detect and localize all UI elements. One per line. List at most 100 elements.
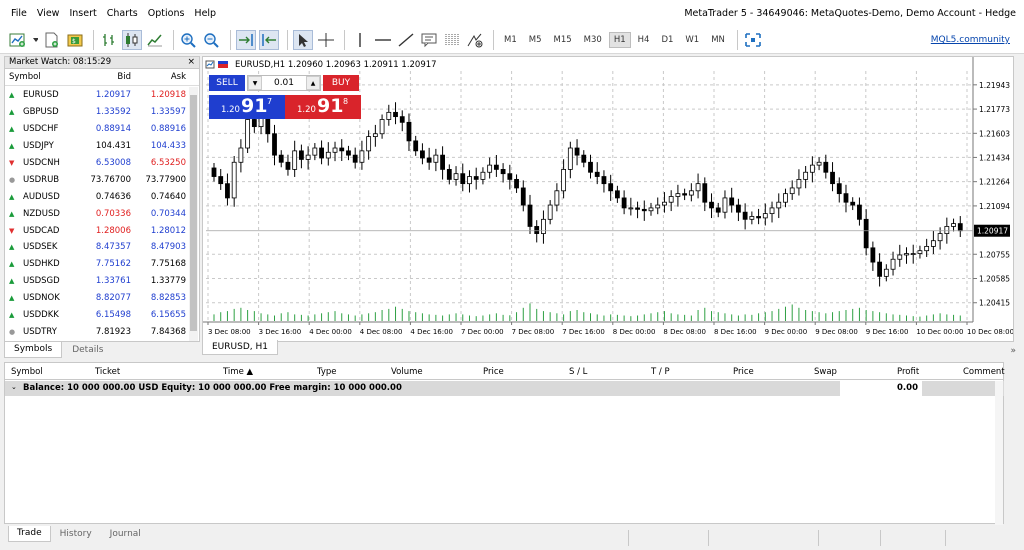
terminal-scrollbar[interactable]: [995, 381, 1003, 525]
mql5-community-link[interactable]: MQL5.community: [931, 35, 1010, 45]
dropdown-arrow-icon[interactable]: [31, 30, 39, 50]
market-watch-row-usdchf[interactable]: ▲ USDCHF 0.88914 0.88916: [5, 121, 190, 138]
column-tp[interactable]: T / P: [651, 367, 670, 377]
tab-eurusd-h1[interactable]: EURUSD, H1: [202, 340, 278, 355]
market-watch-row-usdrub[interactable]: ● USDRUB 73.76700 73.77900: [5, 171, 190, 188]
column-bid[interactable]: Bid: [83, 72, 131, 82]
zoom-out-icon[interactable]: [202, 30, 222, 50]
close-icon[interactable]: ×: [187, 57, 195, 68]
market-watch-row-eurusd[interactable]: ▲ EURUSD 1.20917 1.20918: [5, 87, 190, 104]
new-chart-icon[interactable]: [8, 30, 28, 50]
lot-decrease-icon[interactable]: ▼: [248, 76, 262, 90]
column-swap[interactable]: Swap: [814, 367, 837, 377]
market-watch-row-gbpusd[interactable]: ▲ GBPUSD 1.33592 1.33597: [5, 104, 190, 121]
balance-row[interactable]: ⌄ Balance: 10 000 000.00 USD Equity: 10 …: [5, 381, 1004, 396]
candle-body: [218, 176, 224, 185]
column-symbol[interactable]: Symbol: [11, 367, 43, 377]
x-tick-label: 4 Dec 16:00: [410, 328, 453, 336]
column-ticket[interactable]: Ticket: [95, 367, 120, 377]
buy-price[interactable]: 1.20 91 8: [285, 95, 361, 119]
timeframe-h1[interactable]: H1: [608, 31, 631, 48]
candle-body: [904, 253, 909, 256]
column-symbol[interactable]: Symbol: [5, 72, 83, 82]
auto-scroll-icon[interactable]: [259, 29, 279, 50]
text-icon[interactable]: [419, 30, 439, 50]
candle-body: [924, 246, 930, 252]
market-watch-row-audusd[interactable]: ▲ AUDUSD 0.74636 0.74640: [5, 188, 190, 205]
market-watch-row-usdsgd[interactable]: ▲ USDSGD 1.33761 1.33779: [5, 273, 190, 290]
tab-details[interactable]: Details: [62, 342, 113, 358]
menu-charts[interactable]: Charts: [102, 8, 143, 19]
market-watch-row-usddkk[interactable]: ▲ USDDKK 6.15498 6.15655: [5, 307, 190, 324]
market-icon[interactable]: $: [65, 30, 85, 50]
candle-body: [702, 183, 708, 203]
market-watch-row-usdjpy[interactable]: ▲ USDJPY 104.431 104.433: [5, 138, 190, 155]
menu-help[interactable]: Help: [189, 8, 221, 19]
objects-icon[interactable]: [465, 30, 485, 50]
timeframe-d1[interactable]: D1: [656, 32, 678, 48]
tab-history[interactable]: History: [51, 526, 101, 542]
column-current-price[interactable]: Price: [733, 367, 754, 377]
column-comment[interactable]: Comment: [963, 367, 1005, 377]
profiles-icon[interactable]: [42, 30, 62, 50]
bid-value: 6.15498: [95, 310, 131, 321]
candlestick-icon[interactable]: [122, 29, 142, 50]
horizontal-line-icon[interactable]: [373, 30, 393, 50]
timeframe-h4[interactable]: H4: [633, 32, 655, 48]
market-watch-row-nzdusd[interactable]: ▲ NZDUSD 0.70336 0.70344: [5, 205, 190, 222]
vertical-line-icon[interactable]: [350, 30, 370, 50]
candle-body: [299, 150, 304, 160]
fibonacci-icon[interactable]: [442, 30, 462, 50]
menu-insert[interactable]: Insert: [64, 8, 101, 19]
timeframe-m15[interactable]: M15: [549, 32, 577, 48]
lot-increase-icon[interactable]: ▲: [306, 76, 320, 90]
column-sl[interactable]: S / L: [569, 367, 587, 377]
timeframe-m5[interactable]: M5: [524, 32, 547, 48]
cursor-icon[interactable]: [293, 29, 313, 50]
timeframe-m30[interactable]: M30: [579, 32, 607, 48]
column-volume[interactable]: Volume: [391, 367, 423, 377]
chart-shift-icon[interactable]: [236, 29, 256, 50]
candle-body: [225, 183, 230, 199]
column-price[interactable]: Price: [483, 367, 504, 377]
line-chart-icon[interactable]: [145, 30, 165, 50]
fullscreen-icon[interactable]: [743, 30, 763, 50]
zoom-in-icon[interactable]: [179, 30, 199, 50]
menu-options[interactable]: Options: [143, 8, 190, 19]
symbol-name: NZDUSD: [23, 208, 60, 219]
buy-button[interactable]: BUY: [323, 75, 359, 91]
timeframe-m1[interactable]: M1: [499, 32, 522, 48]
crosshair-icon[interactable]: [316, 30, 336, 50]
row-symbol: ● USDTRY: [5, 327, 83, 337]
column-ask[interactable]: Ask: [131, 72, 186, 82]
lot-size-input[interactable]: ▼ 0.01 ▲: [247, 75, 321, 91]
market-watch-row-usdhkd[interactable]: ▲ USDHKD 7.75162 7.75168: [5, 256, 190, 273]
sell-button[interactable]: SELL: [209, 75, 245, 91]
tab-trade[interactable]: Trade: [8, 526, 51, 542]
timeframe-mn[interactable]: MN: [706, 32, 730, 48]
more-tabs-icon[interactable]: »: [1010, 346, 1016, 356]
scrollbar-thumb[interactable]: [190, 95, 197, 331]
column-profit[interactable]: Profit: [897, 367, 919, 377]
candle-body: [507, 173, 513, 180]
market-watch-row-usdnok[interactable]: ▲ USDNOK 8.82077 8.82853: [5, 290, 190, 307]
bar-chart-icon[interactable]: [99, 30, 119, 50]
column-type[interactable]: Type: [317, 367, 337, 377]
chevron-down-icon[interactable]: ⌄: [11, 383, 17, 391]
trend-line-icon[interactable]: [396, 30, 416, 50]
menu-file[interactable]: File: [6, 8, 32, 19]
sell-price-prefix: 1.20: [221, 105, 240, 115]
market-watch-row-usdcnh[interactable]: ▼ USDCNH 6.53008 6.53250: [5, 155, 190, 172]
chart-window[interactable]: 1.21943 1.21773 1.21603 1.21434 1.21264 1.210…: [202, 56, 1014, 342]
menu-view[interactable]: View: [32, 8, 65, 19]
tab-symbols[interactable]: Symbols: [4, 342, 63, 358]
column-time[interactable]: Time ▲: [223, 367, 253, 377]
market-watch-row-usdsek[interactable]: ▲ USDSEK 8.47357 8.47903: [5, 239, 190, 256]
market-watch-row-usdcad[interactable]: ▼ USDCAD 1.28006 1.28012: [5, 222, 190, 239]
timeframe-w1[interactable]: W1: [680, 32, 704, 48]
tab-journal[interactable]: Journal: [101, 526, 150, 542]
market-watch-row-usdtry[interactable]: ● USDTRY 7.81923 7.84368: [5, 323, 190, 340]
sell-price[interactable]: 1.20 91 7: [209, 95, 285, 119]
candle-body: [372, 133, 378, 138]
market-watch-scrollbar[interactable]: [189, 87, 198, 341]
